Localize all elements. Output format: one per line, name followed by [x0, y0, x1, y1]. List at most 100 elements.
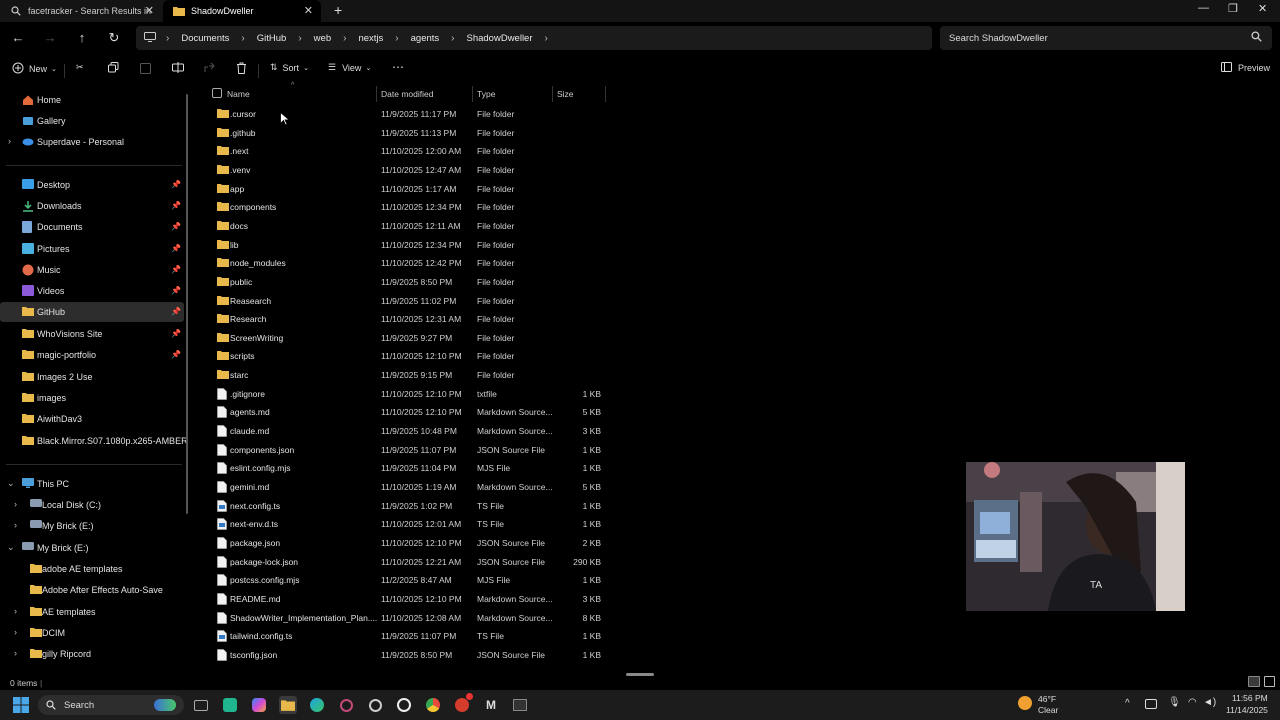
column-name[interactable]: Name — [227, 89, 250, 99]
tiles-view-icon[interactable] — [1264, 676, 1275, 687]
column-size[interactable]: Size — [557, 89, 574, 99]
tab-search-results[interactable]: facetracker - Search Results in ✕ — [0, 0, 162, 22]
file-row[interactable]: claude.md 11/9/2025 10:48 PM Markdown Sour… — [196, 422, 616, 440]
chevron-down-icon[interactable]: ⌄ — [7, 478, 15, 489]
sidebar-item-local-disk-c[interactable]: › Local Disk (C:) — [0, 495, 184, 515]
folder-row[interactable]: Research 11/10/2025 12:31 AM File folder — [196, 310, 616, 328]
column-divider[interactable] — [552, 86, 553, 102]
chrome-icon[interactable] — [424, 696, 442, 714]
chatgpt-icon[interactable] — [395, 696, 413, 714]
sidebar-item-music[interactable]: Music 📌 — [0, 260, 184, 280]
column-type[interactable]: Type — [477, 89, 495, 99]
chevron-right-icon[interactable]: › — [14, 520, 17, 530]
breadcrumb-web[interactable]: web — [314, 33, 331, 44]
chevron-right-icon[interactable]: › — [14, 499, 17, 509]
copilot-icon[interactable] — [250, 696, 268, 714]
folder-row[interactable]: node_modules 11/10/2025 12:42 PM File fold… — [196, 254, 616, 272]
sidebar-item-adobe-ae-templates[interactable]: adobe AE templates — [0, 559, 184, 579]
copy-icon[interactable] — [108, 62, 119, 73]
sidebar-item-whovisions-site[interactable]: WhoVisions Site 📌 — [0, 324, 184, 344]
sidebar-item-pictures[interactable]: Pictures 📌 — [0, 239, 184, 259]
folder-row[interactable]: Reasearch 11/9/2025 11:02 PM File folder — [196, 292, 616, 310]
address-bar[interactable]: › Documents › GitHub › web › nextjs › ag… — [136, 26, 932, 50]
sidebar-item-black-mirror-s07-1080p-x265-amber[interactable]: Black.Mirror.S07.1080p.x265-AMBER — [0, 431, 188, 451]
share-icon[interactable] — [204, 62, 215, 73]
folder-row[interactable]: ScreenWriting 11/9/2025 9:27 PM File folde… — [196, 329, 616, 347]
sidebar-item-ae-templates[interactable]: › AE templates — [0, 602, 184, 622]
tab-shadowdweller[interactable]: ShadowDweller ✕ — [163, 0, 321, 22]
delete-icon[interactable] — [236, 62, 247, 74]
close-tab-icon[interactable]: ✕ — [304, 4, 313, 17]
file-row[interactable]: package-lock.json 11/10/2025 12:21 AM JSON… — [196, 553, 616, 571]
chevron-up-icon[interactable]: ^ — [1125, 698, 1130, 709]
app-icon-3[interactable] — [366, 696, 384, 714]
view-button[interactable]: ☰ View ⌄ — [328, 62, 371, 73]
cut-icon[interactable]: ✂ — [76, 62, 84, 73]
folder-row[interactable]: .next 11/10/2025 12:00 AM File folder — [196, 142, 616, 160]
sidebar-item-my-brick-e[interactable]: › My Brick (E:) — [0, 516, 184, 536]
rename-icon[interactable] — [172, 62, 184, 73]
file-row[interactable]: package.json 11/10/2025 12:10 PM JSON Sour… — [196, 534, 616, 552]
column-divider[interactable] — [605, 86, 606, 102]
details-view-icon[interactable] — [1248, 676, 1260, 687]
folder-row[interactable]: app 11/10/2025 1:17 AM File folder — [196, 180, 616, 198]
back-button[interactable]: ← — [10, 30, 26, 45]
file-explorer-taskbar-icon[interactable] — [279, 696, 297, 714]
sort-button[interactable]: ⇅ Sort ⌄ — [270, 62, 309, 73]
folder-row[interactable]: .venv 11/10/2025 12:47 AM File folder — [196, 161, 616, 179]
sidebar-item-documents[interactable]: Documents 📌 — [0, 217, 184, 237]
breadcrumb-agents[interactable]: agents — [411, 33, 440, 44]
chevron-down-icon[interactable]: ⌄ — [7, 542, 15, 553]
folder-row[interactable]: docs 11/10/2025 12:11 AM File folder — [196, 217, 616, 235]
sidebar-item-gilly-ripcord[interactable]: › gilly Ripcord — [0, 644, 184, 664]
paste-icon[interactable] — [140, 62, 151, 74]
sidebar-item-superdave-personal[interactable]: › Superdave - Personal — [0, 132, 184, 152]
sidebar-item-gallery[interactable]: Gallery — [0, 111, 184, 131]
file-row[interactable]: ShadowWriter_Implementation_Plan.... 11/1… — [196, 609, 616, 627]
sidebar-scrollbar[interactable] — [186, 94, 188, 514]
chevron-right-icon[interactable]: › — [8, 136, 11, 146]
forward-button[interactable]: → — [42, 30, 58, 45]
wifi-icon[interactable]: ◠ — [1188, 697, 1197, 708]
minimize-button[interactable]: — — [1198, 2, 1209, 14]
file-row[interactable]: agents.md 11/10/2025 12:10 PM Markdown Sou… — [196, 403, 616, 421]
file-row[interactable]: next.config.ts 11/9/2025 1:02 PM TS File 1 … — [196, 497, 616, 515]
edge-icon[interactable] — [308, 696, 326, 714]
chevron-right-icon[interactable]: › — [14, 648, 17, 658]
folder-row[interactable]: scripts 11/10/2025 12:10 PM File folder — [196, 347, 616, 365]
file-row[interactable]: eslint.config.mjs 11/9/2025 11:04 PM MJS F… — [196, 459, 616, 477]
clock-time[interactable]: 11:56 PM — [1232, 693, 1268, 703]
search-input[interactable]: Search ShadowDweller — [940, 26, 1272, 50]
up-button[interactable]: ↑ — [74, 30, 90, 45]
folder-row[interactable]: starc 11/9/2025 9:15 PM File folder — [196, 366, 616, 384]
column-divider[interactable] — [376, 86, 377, 102]
terminal-icon[interactable] — [511, 696, 529, 714]
app-icon-2[interactable] — [337, 696, 355, 714]
folder-row[interactable]: .cursor 11/9/2025 11:17 PM File folder — [196, 105, 616, 123]
sidebar-item-images[interactable]: images — [0, 388, 184, 408]
task-view-icon[interactable] — [192, 696, 210, 714]
file-row[interactable]: postcss.config.mjs 11/2/2025 8:47 AM MJS F… — [196, 571, 616, 589]
taskbar-search-box[interactable]: Search — [38, 695, 184, 715]
sidebar-item-downloads[interactable]: Downloads 📌 — [0, 196, 184, 216]
start-button[interactable] — [12, 696, 30, 714]
folder-row[interactable]: public 11/9/2025 8:50 PM File folder — [196, 273, 616, 291]
chevron-right-icon[interactable]: › — [14, 627, 17, 637]
microphone-icon[interactable]: 🎙 — [1168, 697, 1181, 708]
sidebar-item-adobe-after-effects-auto-save[interactable]: Adobe After Effects Auto-Save — [0, 580, 184, 600]
tray-app-icon[interactable] — [1145, 699, 1157, 709]
close-window-button[interactable]: ✕ — [1258, 2, 1267, 15]
file-row[interactable]: components.json 11/9/2025 11:07 PM JSON So… — [196, 441, 616, 459]
maximize-button[interactable]: ❐ — [1228, 2, 1238, 15]
folder-row[interactable]: lib 11/10/2025 12:34 PM File folder — [196, 236, 616, 254]
sidebar-item-github[interactable]: GitHub 📌 — [0, 302, 184, 322]
sidebar-item-home[interactable]: Home — [0, 90, 184, 110]
sidebar-item-desktop[interactable]: Desktop 📌 — [0, 175, 184, 195]
breadcrumb-nextjs[interactable]: nextjs — [358, 33, 383, 44]
file-row[interactable]: gemini.md 11/10/2025 1:19 AM Markdown Sour… — [196, 478, 616, 496]
volume-icon[interactable]: ◄) — [1203, 697, 1216, 708]
breadcrumb-shadowdweller[interactable]: ShadowDweller — [467, 33, 533, 44]
app-icon-5[interactable]: M — [482, 696, 500, 714]
file-row[interactable]: next-env.d.ts 11/10/2025 12:01 AM TS File 1… — [196, 515, 616, 533]
close-tab-icon[interactable]: ✕ — [145, 4, 154, 17]
